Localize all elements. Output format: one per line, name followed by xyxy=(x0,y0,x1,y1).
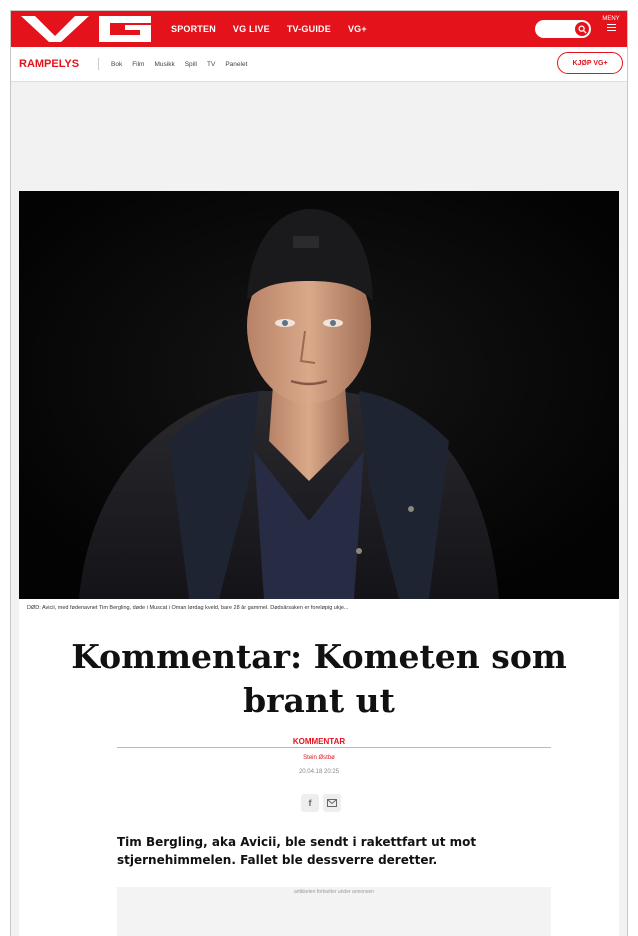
author-link[interactable]: Stein Østbø xyxy=(19,755,619,761)
hero-image[interactable] xyxy=(19,191,619,599)
nav-vg-plus[interactable]: VG+ xyxy=(348,24,367,34)
subnav-item-film[interactable]: Film xyxy=(132,61,144,68)
email-icon[interactable] xyxy=(323,794,341,812)
image-caption: DØD: Avicii, med fødenavnet Tim Bergling… xyxy=(27,605,349,611)
article: DØD: Avicii, med fødenavnet Tim Bergling… xyxy=(19,191,619,936)
search-input[interactable] xyxy=(535,20,591,38)
ad-label: artikkelen fortsetter under annonsen xyxy=(293,889,375,895)
byline-rule xyxy=(117,747,551,748)
subnav-item-bok[interactable]: Bok xyxy=(111,61,122,68)
hamburger-icon xyxy=(606,24,616,31)
ad-placeholder: artikkelen fortsetter under annonsen xyxy=(117,887,551,936)
article-kicker[interactable]: KOMMENTAR xyxy=(19,737,619,746)
article-title: Kommentar: Kometen som brant ut xyxy=(71,637,567,720)
main-nav: SPORTEN VG LIVE TV-GUIDE VG+ xyxy=(171,11,367,47)
subnav-item-spill[interactable]: Spill xyxy=(185,61,197,68)
browser-frame: VG SPORTEN VG LIVE TV-GUIDE VG+ MENY RAM… xyxy=(10,10,628,936)
buy-vg-plus-button[interactable]: KJØP VG+ xyxy=(557,52,623,74)
section-nav: RAMPELYS Bok Film Musikk Spill TV Panele… xyxy=(11,47,627,82)
divider xyxy=(98,58,99,70)
facebook-icon[interactable]: f xyxy=(301,794,319,812)
hero-photo-illustration xyxy=(19,191,619,599)
nav-sporten[interactable]: SPORTEN xyxy=(171,24,216,34)
subnav-item-tv[interactable]: TV xyxy=(207,61,215,68)
vg-logo[interactable]: VG xyxy=(21,15,151,43)
article-lead: Tim Bergling, aka Avicii, ble sendt i ra… xyxy=(117,835,477,867)
publish-date: 20.04.18 20:25 xyxy=(298,769,340,775)
search-icon[interactable] xyxy=(575,22,589,36)
section-title[interactable]: RAMPELYS xyxy=(19,58,79,70)
top-bar: VG SPORTEN VG LIVE TV-GUIDE VG+ MENY xyxy=(11,11,627,47)
subnav-item-panelet[interactable]: Panelet xyxy=(225,61,247,68)
share-buttons: f xyxy=(301,794,341,812)
nav-tv-guide[interactable]: TV-GUIDE xyxy=(287,24,331,34)
nav-vg-live[interactable]: VG LIVE xyxy=(233,24,270,34)
menu-label: MENY xyxy=(602,16,620,22)
subnav-item-musikk[interactable]: Musikk xyxy=(154,61,174,68)
section-nav-items: Bok Film Musikk Spill TV Panelet xyxy=(111,47,247,81)
menu-button[interactable]: MENY xyxy=(600,16,622,33)
